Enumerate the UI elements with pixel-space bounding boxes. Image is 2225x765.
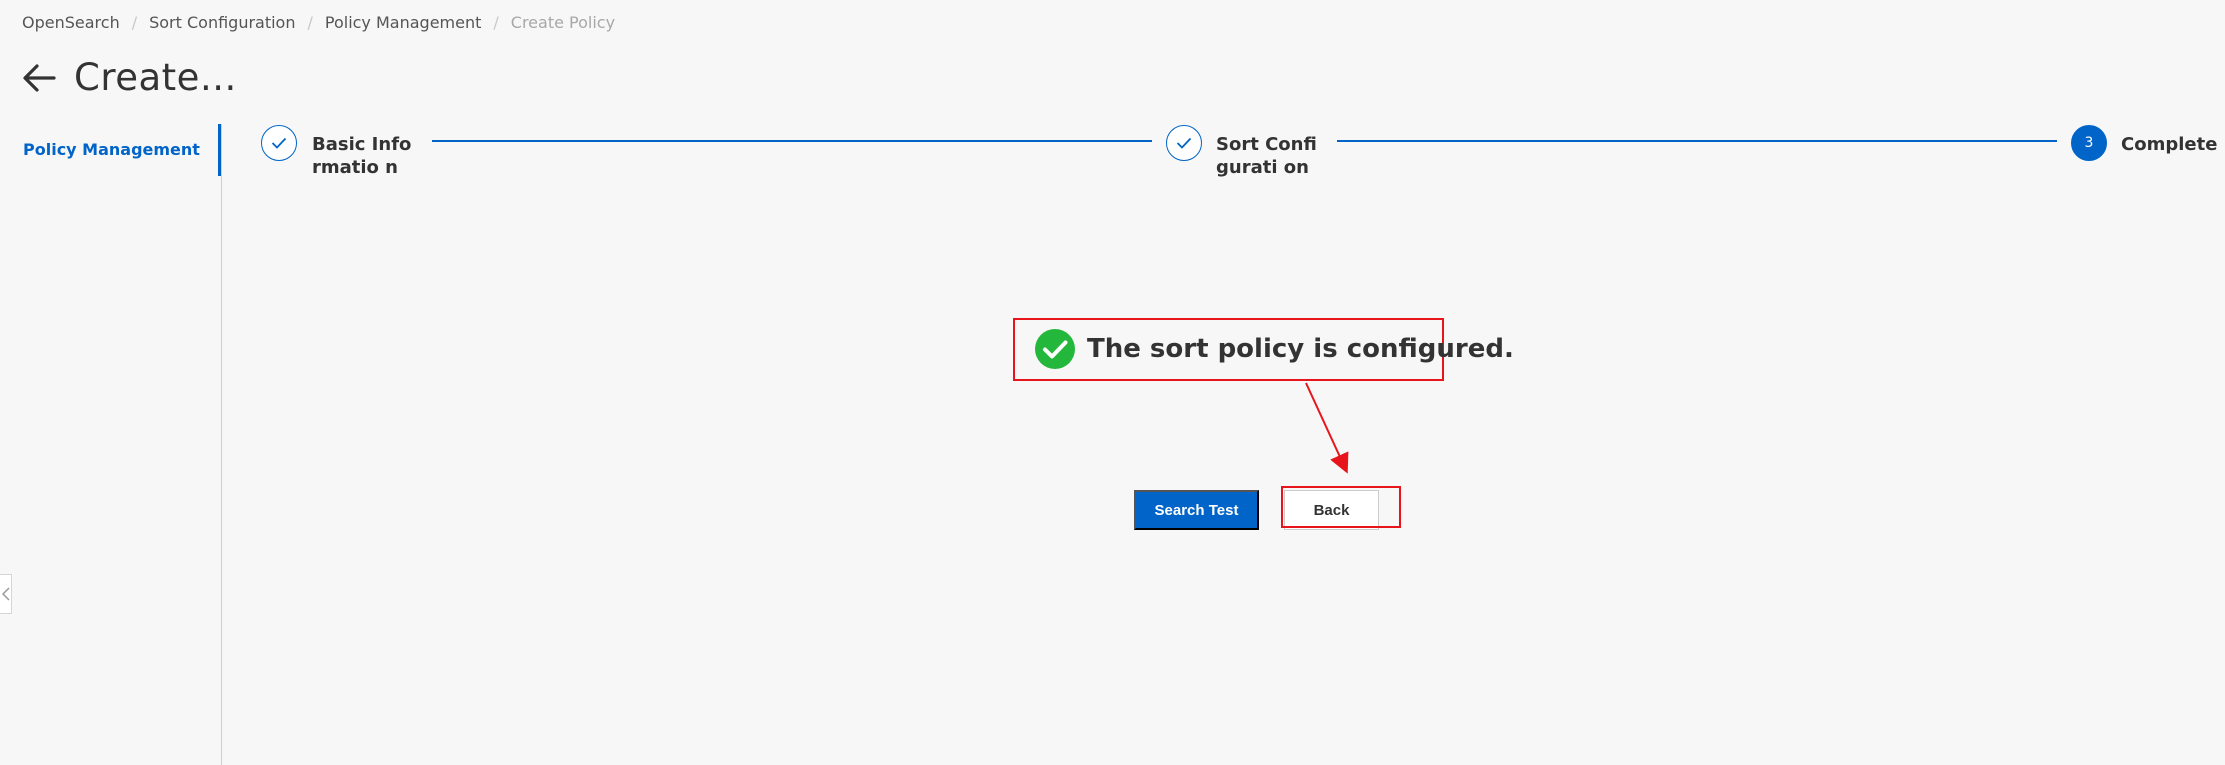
page-title: Create... xyxy=(74,56,237,99)
breadcrumb-current: Create Policy xyxy=(510,13,616,32)
breadcrumb: OpenSearch / Sort Configuration / Policy… xyxy=(22,13,615,32)
chevron-left-icon xyxy=(1,587,10,601)
step-3-circle: 3 xyxy=(2071,125,2107,161)
result-message: The sort policy is configured. xyxy=(1035,329,1514,369)
sidebar: Policy Management xyxy=(0,124,221,765)
step-2-circle xyxy=(1166,125,1202,161)
annotation-arrow xyxy=(1305,382,1349,474)
breadcrumb-separator: / xyxy=(131,13,138,32)
step-1-circle xyxy=(261,125,297,161)
sidebar-collapse-handle[interactable] xyxy=(0,574,12,614)
annotation-highlight-back xyxy=(1281,486,1401,528)
check-icon xyxy=(1176,137,1192,149)
result-text: The sort policy is configured. xyxy=(1087,334,1514,364)
step-2-connector xyxy=(1337,140,2057,142)
arrow-left-icon[interactable] xyxy=(22,63,56,93)
page-header: Create... xyxy=(22,56,237,99)
breadcrumb-item-sort-configuration[interactable]: Sort Configuration xyxy=(149,13,295,32)
step-3-label: Complete xyxy=(2121,134,2218,155)
check-icon xyxy=(271,137,287,149)
step-1-connector xyxy=(432,140,1152,142)
step-2-label: Sort Configurati on xyxy=(1216,134,1317,178)
sidebar-item-policy-management[interactable]: Policy Management xyxy=(23,140,200,159)
sidebar-divider xyxy=(221,124,222,765)
page: OpenSearch / Sort Configuration / Policy… xyxy=(0,0,2225,765)
step-1-label: Basic Informatio n xyxy=(312,134,412,178)
breadcrumb-separator: / xyxy=(307,13,313,32)
breadcrumb-item-policy-management[interactable]: Policy Management xyxy=(325,13,482,32)
search-test-button[interactable]: Search Test xyxy=(1134,490,1259,530)
breadcrumb-separator: / xyxy=(493,13,499,32)
breadcrumb-item-opensearch[interactable]: OpenSearch xyxy=(22,13,120,32)
success-check-icon xyxy=(1035,329,1075,369)
